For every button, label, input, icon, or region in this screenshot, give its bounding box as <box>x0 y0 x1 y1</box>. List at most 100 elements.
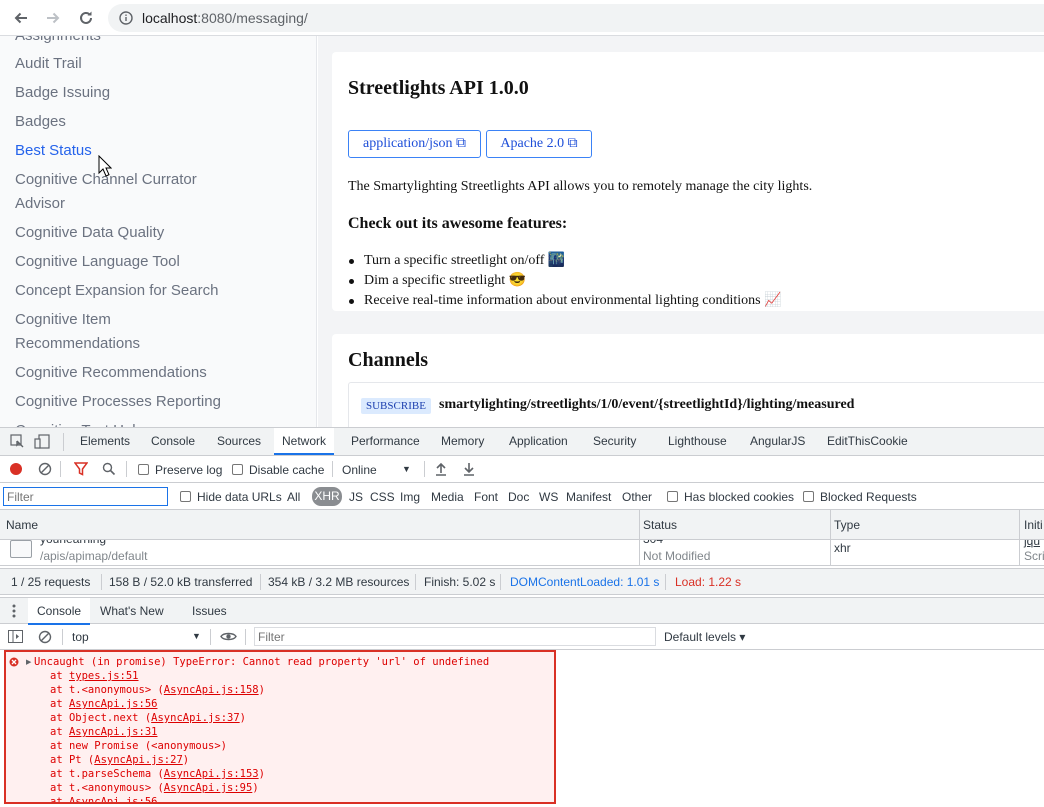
sidebar-item-audit-trail[interactable]: Audit Trail <box>15 52 305 76</box>
drawer-tab-whats-new[interactable]: What's New <box>100 598 164 625</box>
console-filter-input[interactable] <box>254 627 656 646</box>
search-icon[interactable] <box>102 462 116 476</box>
sidebar-item-concept-expansion[interactable]: Concept Expansion for Search <box>15 279 305 303</box>
preserve-log-checkbox[interactable]: Preserve log <box>138 463 222 477</box>
reload-button[interactable] <box>74 6 98 30</box>
throttling-select[interactable]: Online ▼ <box>342 463 414 477</box>
context-select[interactable]: top ▼ <box>72 630 202 644</box>
hide-data-urls-checkbox[interactable]: Hide data URLs <box>180 490 282 504</box>
tab-network[interactable]: Network <box>274 428 335 455</box>
column-status[interactable]: Status <box>643 510 677 540</box>
stack-frame: at new Promise (<anonymous>) <box>50 740 228 752</box>
more-options-icon[interactable] <box>12 604 16 618</box>
column-type[interactable]: Type <box>834 510 860 540</box>
feature-item: Turn a specific streetlight on/off 🌃 <box>349 252 565 269</box>
channel-item[interactable]: SUBSCRIBE smartylighting/streetlights/1/… <box>348 382 1044 427</box>
info-icon <box>119 11 133 25</box>
source-link[interactable]: AsyncApi.js:31 <box>69 726 158 738</box>
sidebar-item-text-hub[interactable]: Cognitive Text Hub <box>15 419 305 427</box>
tab-memory[interactable]: Memory <box>441 428 484 455</box>
table-row[interactable]: youhearning /apis/apimap/default 304 Not… <box>0 540 1044 566</box>
source-link[interactable]: AsyncApi.js:95 <box>164 782 253 794</box>
show-sidebar-icon[interactable] <box>8 630 23 643</box>
network-filter-input[interactable] <box>3 487 168 506</box>
source-link[interactable]: AsyncApi.js:56 <box>69 698 158 710</box>
type-filter-js[interactable]: JS <box>349 490 363 504</box>
source-link[interactable]: AsyncApi.js:153 <box>164 768 259 780</box>
request-initiator-link[interactable]: jqu <box>1024 540 1040 548</box>
sidebar-item-assignments[interactable]: Assignments <box>15 36 305 48</box>
channels-card: Channels SUBSCRIBE smartylighting/street… <box>332 334 1044 427</box>
license-link[interactable]: Apache 2.0 ⧉ <box>486 130 592 158</box>
type-filter-doc[interactable]: Doc <box>508 490 529 504</box>
source-link[interactable]: types.js:51 <box>69 670 139 682</box>
arrow-right-icon <box>47 12 60 24</box>
stack-frame: at t.<anonymous> (AsyncApi.js:95) <box>50 782 259 794</box>
tab-elements[interactable]: Elements <box>80 428 130 455</box>
tab-console[interactable]: Console <box>151 428 195 455</box>
source-link[interactable]: AsyncApi.js:27 <box>94 754 183 766</box>
address-bar[interactable]: localhost:8080/messaging/ <box>108 4 1044 32</box>
back-button[interactable] <box>9 6 33 30</box>
console-error-message: ▶ Uncaught (in promise) TypeError: Canno… <box>4 650 556 804</box>
record-button[interactable] <box>10 463 22 475</box>
column-initiator[interactable]: Initi <box>1024 510 1043 540</box>
sidebar-item-data-quality[interactable]: Cognitive Data Quality <box>15 221 305 245</box>
type-filter-all[interactable]: All <box>287 490 300 504</box>
sidebar-item-badge-issuing[interactable]: Badge Issuing <box>15 81 305 105</box>
type-filter-other[interactable]: Other <box>622 490 652 504</box>
sidebar-item-best-status[interactable]: Best Status <box>15 139 305 163</box>
type-filter-img[interactable]: Img <box>400 490 420 504</box>
disable-cache-checkbox[interactable]: Disable cache <box>232 463 324 477</box>
log-levels-select[interactable]: Default levels ▾ <box>664 630 745 644</box>
sidebar-item-channel-advisor[interactable]: Cognitive Channel Currator Advisor <box>15 168 225 216</box>
has-blocked-cookies-checkbox[interactable]: Has blocked cookies <box>667 490 794 504</box>
inspect-element-icon[interactable] <box>10 434 25 449</box>
type-filter-manifest[interactable]: Manifest <box>566 490 611 504</box>
export-har-icon[interactable] <box>463 462 475 476</box>
drawer-tab-issues[interactable]: Issues <box>192 598 227 625</box>
source-link[interactable]: AsyncApi.js:56 <box>69 796 158 802</box>
content-type-link[interactable]: application/json ⧉ <box>348 130 481 158</box>
transferred-size: 158 B / 52.0 kB transferred <box>109 575 253 589</box>
type-filter-xhr[interactable]: XHR <box>312 487 342 506</box>
tab-editthiscookie[interactable]: EditThisCookie <box>827 428 908 455</box>
import-har-icon[interactable] <box>435 462 447 476</box>
tab-sources[interactable]: Sources <box>217 428 261 455</box>
stack-frame: at t.parseSchema (AsyncApi.js:153) <box>50 768 265 780</box>
device-toolbar-icon[interactable] <box>34 434 50 449</box>
tab-angularjs[interactable]: AngularJS <box>750 428 805 455</box>
dropdown-arrow-icon: ▼ <box>402 464 411 474</box>
forward-button[interactable] <box>41 6 65 30</box>
sidebar-item-item-recommendations[interactable]: Cognitive Item Recommendations <box>15 308 185 356</box>
stack-frame: at t.<anonymous> (AsyncApi.js:158) <box>50 684 265 696</box>
sidebar-item-badges[interactable]: Badges <box>15 110 305 134</box>
type-filter-media[interactable]: Media <box>431 490 464 504</box>
type-filter-css[interactable]: CSS <box>370 490 395 504</box>
filter-icon[interactable] <box>74 462 88 476</box>
type-filter-ws[interactable]: WS <box>539 490 558 504</box>
sidebar-item-recommendations[interactable]: Cognitive Recommendations <box>15 361 305 385</box>
tab-performance[interactable]: Performance <box>351 428 420 455</box>
error-text: Uncaught (in promise) TypeError: Cannot … <box>34 656 490 668</box>
expand-triangle-icon[interactable]: ▶ <box>26 658 31 666</box>
sidebar-item-processes-reporting[interactable]: Cognitive Processes Reporting <box>15 390 305 414</box>
dropdown-arrow-icon: ▼ <box>192 631 201 641</box>
request-table-header: Name Status Type Initi <box>0 510 1044 566</box>
service-sidebar: Assignments Audit Trail Badge Issuing Ba… <box>0 36 317 427</box>
source-link[interactable]: AsyncApi.js:37 <box>151 712 240 724</box>
clear-console-icon[interactable] <box>38 630 52 644</box>
tab-security[interactable]: Security <box>593 428 636 455</box>
drawer-tab-console[interactable]: Console <box>28 598 91 625</box>
eye-icon[interactable] <box>220 631 237 642</box>
sidebar-item-language-tool[interactable]: Cognitive Language Tool <box>15 250 305 274</box>
tab-application[interactable]: Application <box>509 428 568 455</box>
tab-lighthouse[interactable]: Lighthouse <box>668 428 727 455</box>
blocked-requests-checkbox[interactable]: Blocked Requests <box>803 490 917 504</box>
column-name[interactable]: Name <box>6 510 38 540</box>
request-initiator-type: Scri <box>1024 549 1044 563</box>
clear-icon[interactable] <box>38 462 52 476</box>
sunglasses-icon: 😎 <box>508 273 527 288</box>
type-filter-font[interactable]: Font <box>474 490 498 504</box>
source-link[interactable]: AsyncApi.js:158 <box>164 684 259 696</box>
